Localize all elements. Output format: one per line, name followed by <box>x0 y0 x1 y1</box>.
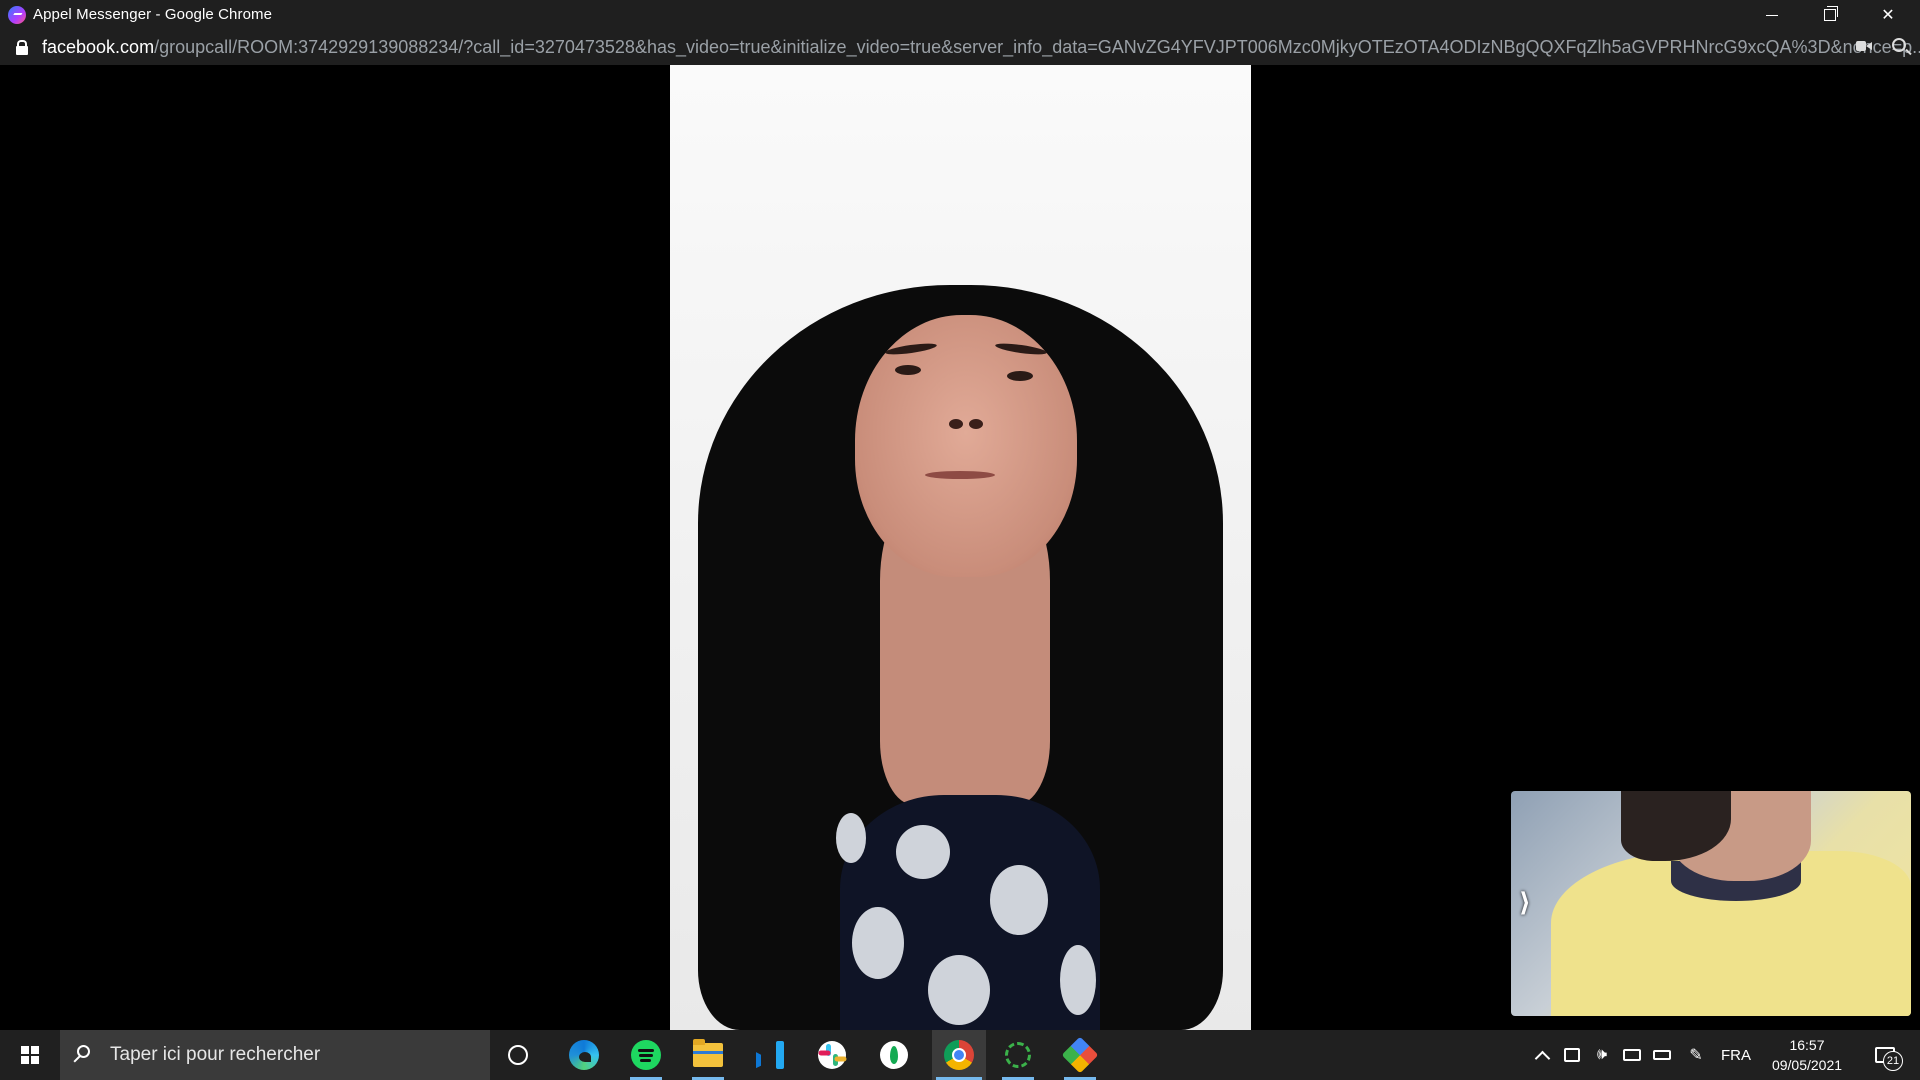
remote-video-shirt <box>836 795 1100 1030</box>
taskbar-slack[interactable] <box>808 1030 856 1080</box>
mongodb-leaf-icon <box>880 1041 908 1069</box>
folder-icon <box>693 1039 723 1067</box>
address-bar[interactable]: facebook.com/groupcall/ROOM:374292913908… <box>0 30 1920 65</box>
taskbar-spotify[interactable] <box>622 1030 670 1080</box>
window-title: Appel Messenger - Google Chrome <box>33 6 273 23</box>
taskbar-git-app[interactable] <box>1056 1030 1104 1080</box>
messenger-icon <box>8 6 26 24</box>
close-button[interactable]: ✕ <box>1860 0 1916 30</box>
call-area: ⟩ <box>0 65 1920 1030</box>
tray-defender-icon[interactable] <box>1560 1030 1584 1080</box>
chrome-icon <box>944 1040 974 1070</box>
remote-video-face <box>855 315 1077 577</box>
clock-date: 09/05/2021 <box>1771 1057 1843 1073</box>
taskbar-vscode[interactable] <box>746 1030 794 1080</box>
zoom-icon[interactable] <box>1892 38 1906 52</box>
window-titlebar[interactable]: Appel Messenger - Google Chrome ✕ <box>0 0 1920 30</box>
language-indicator[interactable]: FRA <box>1716 1030 1756 1080</box>
taskbar-clock[interactable]: 16:57 09/05/2021 <box>1760 1030 1854 1080</box>
taskbar-ring-app[interactable] <box>994 1030 1042 1080</box>
vscode-icon <box>756 1041 784 1069</box>
slack-icon <box>818 1041 847 1069</box>
git-diamond-icon <box>1061 1036 1099 1074</box>
search-icon <box>77 1045 90 1058</box>
lock-icon[interactable] <box>16 40 28 55</box>
clock-time: 16:57 <box>1789 1037 1825 1053</box>
pen-ink-icon[interactable]: ✎ <box>1684 1030 1708 1080</box>
url-path: /groupcall/ROOM:3742929139088234/?call_i… <box>154 37 1920 57</box>
restore-button[interactable] <box>1802 0 1858 30</box>
taskbar-mongodb[interactable] <box>870 1030 918 1080</box>
taskbar-file-explorer[interactable] <box>684 1030 732 1080</box>
minimize-button[interactable] <box>1744 0 1800 30</box>
camera-in-use-icon[interactable] <box>1856 39 1872 53</box>
spotify-icon <box>631 1040 661 1070</box>
taskbar-search-box[interactable]: Taper ici pour rechercher <box>60 1030 490 1080</box>
network-icon[interactable] <box>1620 1030 1644 1080</box>
self-view-collapse-chevron-icon[interactable]: ⟩ <box>1519 887 1531 918</box>
notification-count: 21 <box>1883 1051 1903 1071</box>
action-center-button[interactable]: 21 <box>1862 1030 1908 1080</box>
volume-icon[interactable]: 🕪 <box>1590 1030 1614 1080</box>
remote-video[interactable] <box>670 65 1251 1030</box>
close-icon: ✕ <box>1881 7 1895 24</box>
search-placeholder: Taper ici pour rechercher <box>110 1044 321 1065</box>
minimize-icon <box>1766 14 1778 16</box>
green-ring-icon <box>1005 1042 1031 1068</box>
edge-icon <box>569 1040 599 1070</box>
restore-icon <box>1824 6 1838 21</box>
battery-icon[interactable] <box>1650 1030 1674 1080</box>
notification-icon: 21 <box>1875 1047 1903 1071</box>
cortana-icon[interactable] <box>508 1045 528 1065</box>
tray-overflow-chevron-icon[interactable] <box>1532 1030 1552 1080</box>
taskbar: Taper ici pour rechercher 🕪 ✎ FRA 16:57 … <box>0 1030 1920 1080</box>
taskbar-edge[interactable] <box>560 1030 608 1080</box>
self-view-video[interactable]: ⟩ <box>1511 791 1911 1016</box>
taskbar-chrome[interactable] <box>932 1030 986 1080</box>
url-text[interactable]: facebook.com/groupcall/ROOM:374292913908… <box>42 37 1920 58</box>
start-button[interactable] <box>0 1030 60 1080</box>
windows-logo-icon <box>21 1046 39 1064</box>
url-domain: facebook.com <box>42 37 155 57</box>
